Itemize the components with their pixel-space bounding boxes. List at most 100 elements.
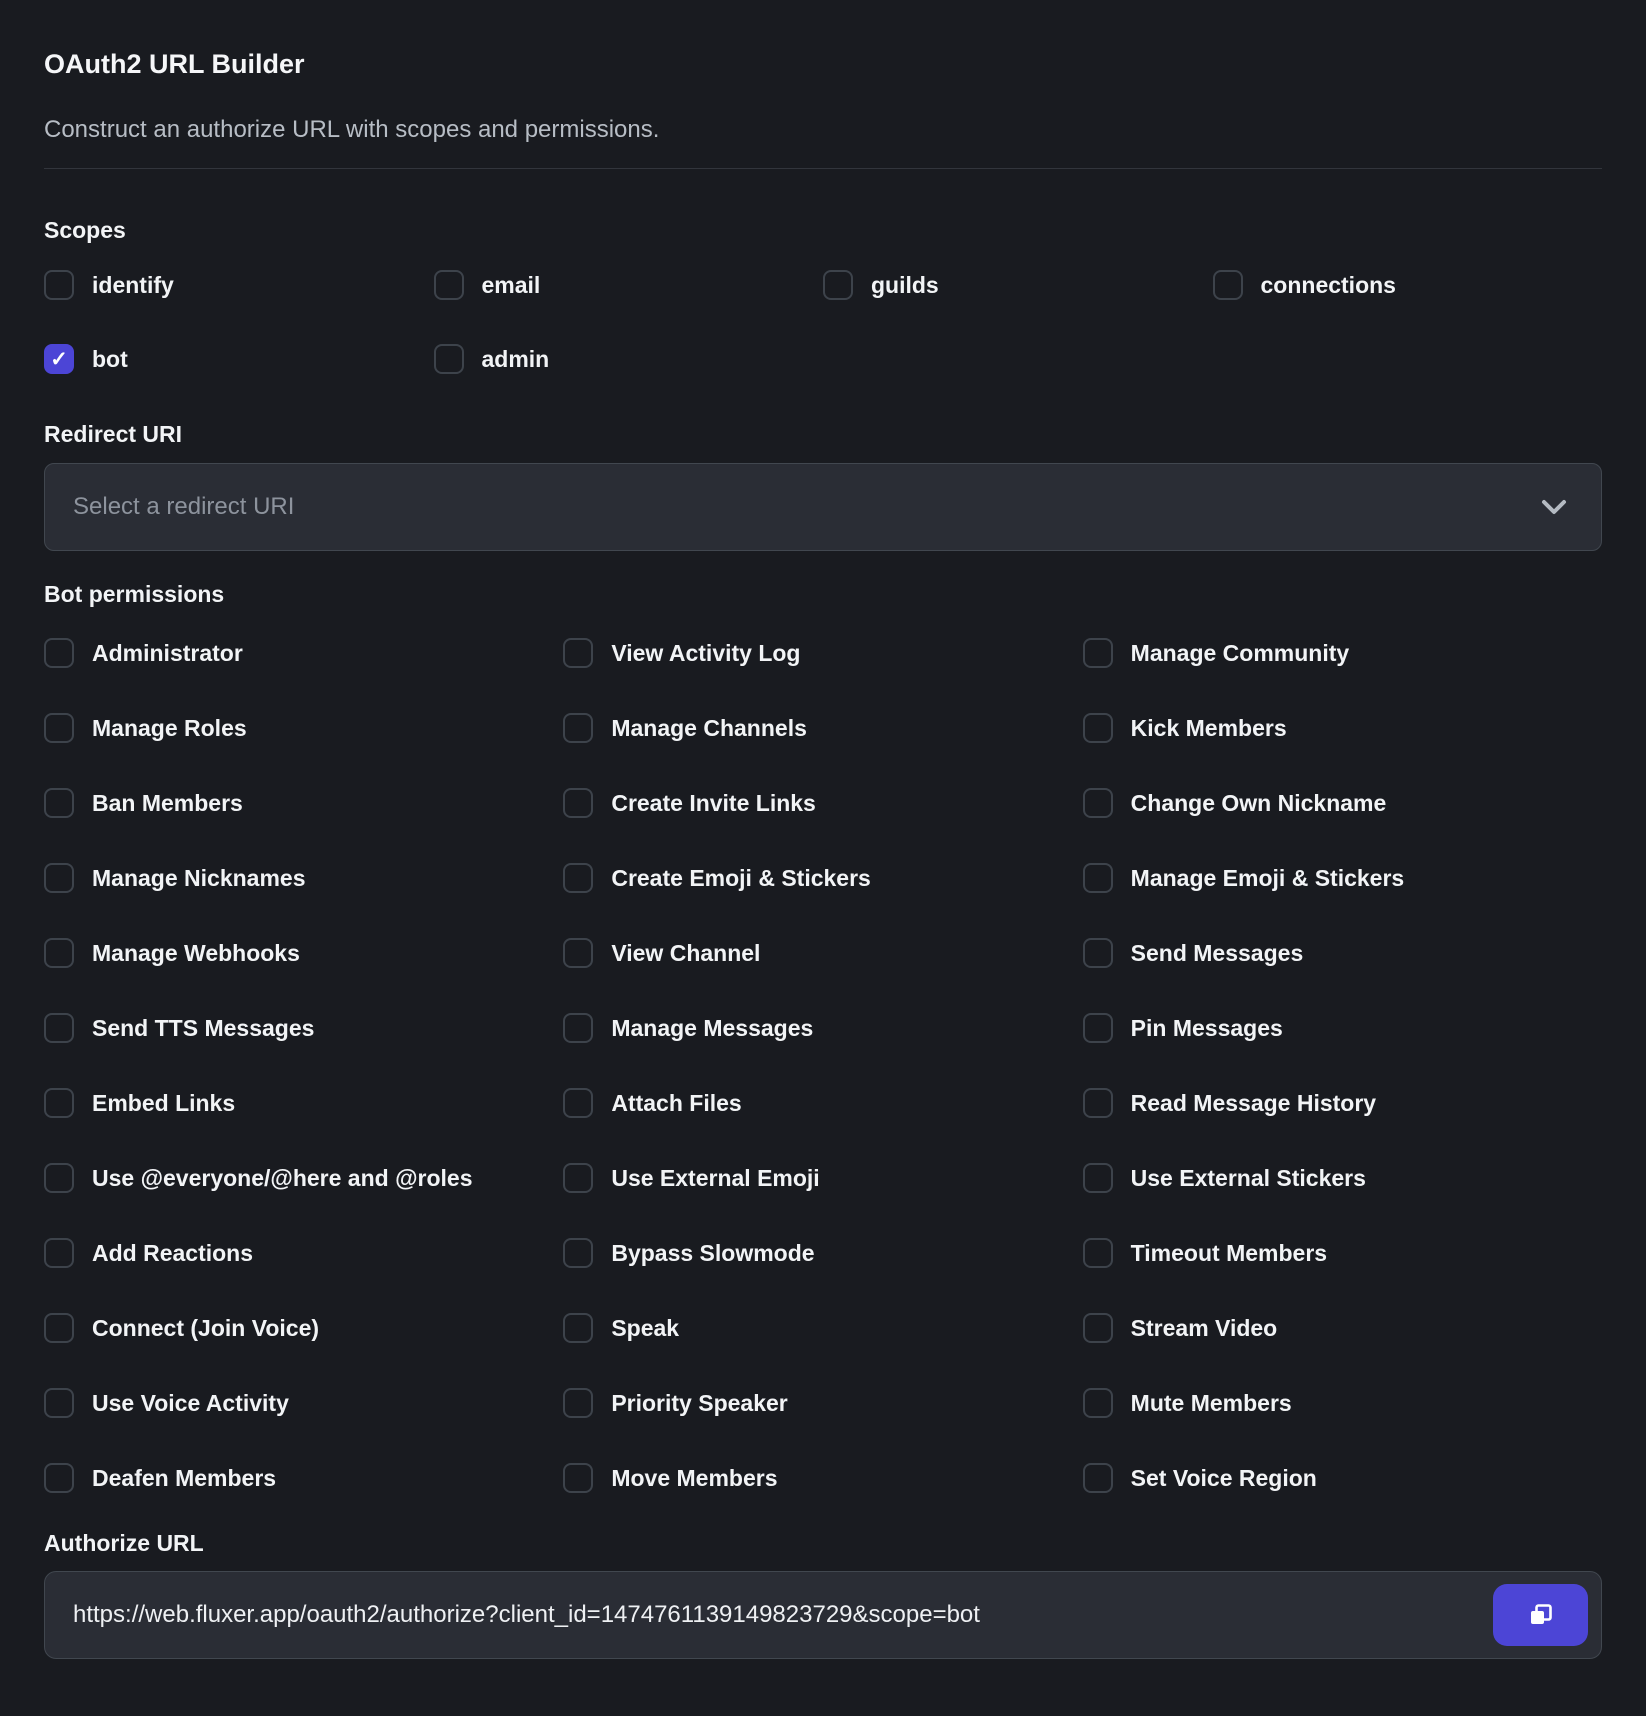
checkbox-icon xyxy=(563,1313,593,1343)
checkbox-icon xyxy=(563,863,593,893)
permission-checkbox-row[interactable]: Send Messages xyxy=(1083,938,1602,968)
scope-label: connections xyxy=(1261,272,1396,299)
permission-label: Speak xyxy=(611,1315,679,1342)
permission-checkbox-row[interactable]: Attach Files xyxy=(563,1088,1082,1118)
permission-checkbox-row[interactable]: Use External Stickers xyxy=(1083,1163,1602,1193)
checkbox-icon xyxy=(44,1013,74,1043)
permission-label: Deafen Members xyxy=(92,1465,276,1492)
permission-label: Manage Emoji & Stickers xyxy=(1131,865,1405,892)
permission-label: Read Message History xyxy=(1131,1090,1376,1117)
redirect-uri-select[interactable]: Select a redirect URI xyxy=(44,463,1602,551)
permission-checkbox-row[interactable]: Mute Members xyxy=(1083,1388,1602,1418)
permission-checkbox-row[interactable]: Manage Channels xyxy=(563,713,1082,743)
checkbox-icon xyxy=(563,713,593,743)
permission-checkbox-row[interactable]: Connect (Join Voice) xyxy=(44,1313,563,1343)
permission-checkbox-row[interactable]: Ban Members xyxy=(44,788,563,818)
permission-checkbox-row[interactable]: Stream Video xyxy=(1083,1313,1602,1343)
permission-checkbox-row[interactable]: Manage Emoji & Stickers xyxy=(1083,863,1602,893)
permission-checkbox-row[interactable]: Set Voice Region xyxy=(1083,1463,1602,1493)
scope-checkbox-row[interactable]: admin xyxy=(434,344,824,374)
permission-label: Embed Links xyxy=(92,1090,235,1117)
checkbox-icon xyxy=(1083,1013,1113,1043)
permission-checkbox-row[interactable]: Change Own Nickname xyxy=(1083,788,1602,818)
checkbox-icon xyxy=(44,1463,74,1493)
permission-checkbox-row[interactable]: Use Voice Activity xyxy=(44,1388,563,1418)
permission-checkbox-row[interactable]: Timeout Members xyxy=(1083,1238,1602,1268)
checkbox-icon xyxy=(563,938,593,968)
checkbox-icon xyxy=(434,344,464,374)
checkbox-icon xyxy=(563,788,593,818)
checkbox-icon xyxy=(1083,788,1113,818)
bot-permissions-grid: Administrator View Activity Log Manage C… xyxy=(44,638,1602,1493)
scope-checkbox-row[interactable]: bot xyxy=(44,344,434,374)
permission-checkbox-row[interactable]: View Channel xyxy=(563,938,1082,968)
permission-checkbox-row[interactable]: Manage Messages xyxy=(563,1013,1082,1043)
permission-label: Send Messages xyxy=(1131,940,1304,967)
checkbox-icon xyxy=(44,938,74,968)
permission-label: Add Reactions xyxy=(92,1240,253,1267)
permission-checkbox-row[interactable]: Read Message History xyxy=(1083,1088,1602,1118)
scope-checkbox-row[interactable]: identify xyxy=(44,270,434,300)
scope-checkbox-row[interactable]: email xyxy=(434,270,824,300)
permission-checkbox-row[interactable]: Administrator xyxy=(44,638,563,668)
checkbox-icon xyxy=(1083,713,1113,743)
permission-checkbox-row[interactable]: Manage Nicknames xyxy=(44,863,563,893)
permission-label: Create Invite Links xyxy=(611,790,816,817)
permission-checkbox-row[interactable]: Speak xyxy=(563,1313,1082,1343)
checkbox-icon xyxy=(563,1463,593,1493)
scope-checkbox-row[interactable]: guilds xyxy=(823,270,1213,300)
page-title: OAuth2 URL Builder xyxy=(44,48,1602,80)
permission-label: Create Emoji & Stickers xyxy=(611,865,871,892)
permission-label: Use External Emoji xyxy=(611,1165,819,1192)
scope-label: bot xyxy=(92,346,128,373)
checkbox-icon xyxy=(1083,1238,1113,1268)
permission-label: Set Voice Region xyxy=(1131,1465,1317,1492)
permission-checkbox-row[interactable]: Manage Community xyxy=(1083,638,1602,668)
permission-label: Send TTS Messages xyxy=(92,1015,314,1042)
permission-label: Pin Messages xyxy=(1131,1015,1283,1042)
permission-checkbox-row[interactable]: Add Reactions xyxy=(44,1238,563,1268)
authorize-url-heading: Authorize URL xyxy=(44,1530,1602,1557)
permission-checkbox-row[interactable]: Use External Emoji xyxy=(563,1163,1082,1193)
checkbox-icon xyxy=(563,1013,593,1043)
permission-checkbox-row[interactable]: Move Members xyxy=(563,1463,1082,1493)
permission-label: View Channel xyxy=(611,940,760,967)
permission-checkbox-row[interactable]: View Activity Log xyxy=(563,638,1082,668)
oauth2-url-builder-panel: OAuth2 URL Builder Construct an authoriz… xyxy=(0,0,1646,1659)
permission-label: Manage Roles xyxy=(92,715,247,742)
permission-label: Manage Nicknames xyxy=(92,865,305,892)
checkbox-icon xyxy=(563,1238,593,1268)
copy-url-button[interactable] xyxy=(1493,1584,1588,1646)
permission-checkbox-row[interactable]: Create Emoji & Stickers xyxy=(563,863,1082,893)
permission-checkbox-row[interactable]: Create Invite Links xyxy=(563,788,1082,818)
checkbox-icon xyxy=(44,638,74,668)
permission-label: Attach Files xyxy=(611,1090,741,1117)
checkbox-icon xyxy=(1213,270,1243,300)
checkbox-icon xyxy=(563,638,593,668)
checkbox-icon xyxy=(434,270,464,300)
permission-label: Use Voice Activity xyxy=(92,1390,289,1417)
permission-label: Use @everyone/@here and @roles xyxy=(92,1165,473,1192)
permission-label: Manage Channels xyxy=(611,715,807,742)
permission-checkbox-row[interactable]: Send TTS Messages xyxy=(44,1013,563,1043)
scope-label: guilds xyxy=(871,272,939,299)
permission-label: Bypass Slowmode xyxy=(611,1240,814,1267)
permission-label: Timeout Members xyxy=(1131,1240,1327,1267)
checkbox-icon xyxy=(1083,1388,1113,1418)
permission-checkbox-row[interactable]: Manage Webhooks xyxy=(44,938,563,968)
permission-checkbox-row[interactable]: Deafen Members xyxy=(44,1463,563,1493)
permission-checkbox-row[interactable]: Use @everyone/@here and @roles xyxy=(44,1163,563,1193)
permission-checkbox-row[interactable]: Manage Roles xyxy=(44,713,563,743)
permission-checkbox-row[interactable]: Priority Speaker xyxy=(563,1388,1082,1418)
scopes-heading: Scopes xyxy=(44,217,1602,244)
permission-checkbox-row[interactable]: Embed Links xyxy=(44,1088,563,1118)
permission-label: Stream Video xyxy=(1131,1315,1278,1342)
checkbox-icon xyxy=(44,1238,74,1268)
permission-checkbox-row[interactable]: Pin Messages xyxy=(1083,1013,1602,1043)
checkbox-icon xyxy=(563,1388,593,1418)
permission-checkbox-row[interactable]: Bypass Slowmode xyxy=(563,1238,1082,1268)
authorize-url-field[interactable]: https://web.fluxer.app/oauth2/authorize?… xyxy=(44,1571,1602,1659)
checkbox-icon xyxy=(44,1388,74,1418)
scope-checkbox-row[interactable]: connections xyxy=(1213,270,1603,300)
permission-checkbox-row[interactable]: Kick Members xyxy=(1083,713,1602,743)
